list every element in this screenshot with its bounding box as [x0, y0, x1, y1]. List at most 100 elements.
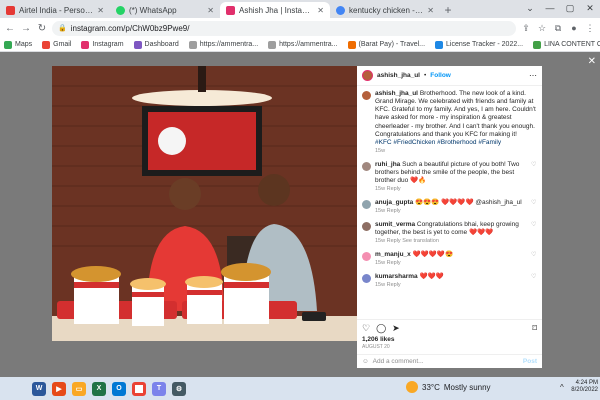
comment-username[interactable]: ruhi_jha: [375, 161, 400, 168]
bookmark-item[interactable]: Instagram: [81, 40, 124, 49]
heart-icon[interactable]: ♡: [531, 221, 537, 245]
profile-icon[interactable]: ●: [568, 23, 580, 33]
post-username[interactable]: ashish_jha_ul: [377, 72, 420, 79]
star-icon[interactable]: ☆: [536, 23, 548, 34]
avatar[interactable]: [362, 222, 371, 231]
more-options-icon[interactable]: ⋯: [529, 71, 537, 80]
caption-username[interactable]: ashish_jha_ul: [375, 90, 418, 97]
bookmark-item[interactable]: LINA CONTENT C...: [533, 40, 600, 49]
comment-icon[interactable]: ◯: [376, 323, 386, 334]
close-tab-icon[interactable]: ✕: [317, 6, 324, 15]
media-icon[interactable]: ▶: [52, 381, 66, 396]
caption-hashtags[interactable]: #KFC #FriedChicken #Brotherhood #Family: [375, 139, 537, 147]
comment-text: ❤️❤️❤️: [419, 273, 444, 281]
bookmark-icon[interactable]: ⌑: [532, 323, 537, 334]
bookmark-item[interactable]: Gmail: [42, 40, 71, 49]
post-header: ashish_jha_ul • Follow ⋯: [357, 66, 542, 86]
outlook-icon[interactable]: O: [112, 381, 126, 396]
bookmark-label: https://ammentra...: [199, 41, 259, 48]
share-icon[interactable]: ⇪: [520, 23, 532, 34]
share-icon[interactable]: ➤: [392, 323, 400, 334]
weather-widget[interactable]: 33°C Mostly sunny: [406, 381, 491, 393]
comments-list[interactable]: ashish_jha_ul Brotherhood. The new look …: [357, 87, 542, 319]
comment-item: m_manju_x ❤️❤️❤️❤️😍 15w Reply ♡: [362, 251, 537, 267]
follow-button[interactable]: Follow: [430, 72, 451, 79]
file-explorer-icon[interactable]: ▭: [72, 381, 86, 396]
add-comment-input[interactable]: Add a comment...: [373, 358, 424, 365]
taskbar-apps: W ▶ ▭ X O T ⚙: [32, 381, 186, 396]
bookmark-item[interactable]: Maps: [4, 40, 32, 49]
chevron-down-icon[interactable]: ⌄: [520, 0, 540, 16]
avatar[interactable]: [362, 70, 373, 81]
avatar[interactable]: [362, 161, 371, 171]
extensions-icon[interactable]: ⧉: [552, 23, 564, 34]
bookmark-item[interactable]: https://ammentra...: [188, 40, 259, 49]
post-comment-button[interactable]: Post: [523, 358, 537, 365]
bookmark-label: Dashboard: [144, 41, 179, 48]
settings-icon[interactable]: ⚙: [172, 381, 186, 396]
bookmark-item[interactable]: (Barat Pay) - Travel...: [347, 40, 425, 49]
close-tab-icon[interactable]: ✕: [207, 6, 214, 15]
comment-username[interactable]: anuja_gupta: [375, 199, 413, 206]
post-actions: ♡ ◯ ➤ ⌑ 1,206 likes AUGUST 20: [357, 319, 542, 353]
bookmark-item[interactable]: Dashboard: [133, 40, 179, 49]
heart-icon[interactable]: ♡: [531, 161, 537, 193]
maximize-icon[interactable]: ▢: [560, 0, 580, 16]
clock[interactable]: 4:24 PM 8/20/2022: [571, 380, 598, 394]
bookmark-favicon-icon: [133, 40, 142, 49]
clock-time: 4:24 PM: [575, 380, 598, 386]
teams-icon[interactable]: T: [152, 381, 166, 396]
heart-icon[interactable]: ♡: [531, 199, 537, 215]
address-bar[interactable]: 🔒 instagram.com/p/ChW0bz9Pwe9/: [52, 20, 516, 36]
bookmark-favicon-icon: [188, 40, 197, 49]
chrome-icon[interactable]: [132, 381, 146, 396]
close-modal-icon[interactable]: ✕: [588, 56, 596, 67]
bookmark-item[interactable]: License Tracker - 2022...: [435, 40, 523, 49]
likes-count[interactable]: 1,206 likes: [362, 336, 537, 343]
comment-meta[interactable]: 15w Reply: [375, 208, 527, 215]
tab-whatsapp[interactable]: (*) WhatsApp ✕: [110, 2, 220, 18]
comment-username[interactable]: kumarsharma: [375, 273, 418, 280]
comment-meta[interactable]: 15w Reply See translation: [375, 238, 527, 245]
minimize-icon[interactable]: —: [540, 0, 560, 16]
word-icon[interactable]: W: [32, 381, 46, 396]
comment-meta[interactable]: 15w Reply: [375, 260, 527, 267]
bookmark-label: LINA CONTENT C...: [544, 41, 600, 48]
menu-icon[interactable]: ⋮: [584, 23, 596, 34]
browser-toolbar: ← → ↻ 🔒 instagram.com/p/ChW0bz9Pwe9/ ⇪ ☆…: [0, 18, 600, 38]
forward-icon[interactable]: →: [20, 23, 32, 34]
emoji-icon[interactable]: ☺: [362, 358, 369, 365]
tab-airtel[interactable]: Airtel India - Personal Bl ✕: [0, 2, 110, 18]
heart-icon[interactable]: ♡: [531, 251, 537, 267]
post-photo[interactable]: [52, 66, 357, 341]
tab-instagram[interactable]: Ashish Jha | Instagram (@ashish_jha_ul) …: [220, 2, 330, 18]
comment-text: ❤️❤️❤️❤️😍: [412, 251, 454, 259]
comment-item: anuja_gupta 😍😍😍 ❤️❤️❤️❤️ @ashish_jha_ul 1…: [362, 199, 537, 215]
close-tab-icon[interactable]: ✕: [427, 6, 434, 15]
avatar[interactable]: [362, 252, 371, 262]
close-tab-icon[interactable]: ✕: [97, 6, 104, 15]
avatar[interactable]: [362, 200, 371, 209]
back-icon[interactable]: ←: [4, 23, 16, 34]
heart-icon[interactable]: ♡: [362, 323, 370, 334]
comment-item: sumit_verma Congratulations bhai, keep g…: [362, 221, 537, 245]
url-text[interactable]: instagram.com/p/ChW0bz9Pwe9/: [71, 24, 190, 33]
comment-meta[interactable]: 15w Reply: [375, 282, 527, 289]
avatar[interactable]: [362, 91, 371, 100]
bookmark-favicon-icon: [347, 40, 356, 49]
close-window-icon[interactable]: ✕: [580, 0, 600, 16]
excel-icon[interactable]: X: [92, 381, 106, 396]
comment-username[interactable]: m_manju_x: [375, 251, 411, 258]
comment-username[interactable]: sumit_verma: [375, 221, 415, 228]
tab-google-search[interactable]: kentucky chicken - Google Search ✕: [330, 2, 440, 18]
post-modal-overlay[interactable]: ✕ ‹: [0, 52, 600, 377]
system-tray-icon[interactable]: ^: [560, 383, 564, 392]
comment-meta[interactable]: 15w Reply: [375, 186, 527, 193]
reload-icon[interactable]: ↻: [36, 23, 48, 34]
lock-icon[interactable]: 🔒: [58, 24, 67, 32]
new-tab-button[interactable]: +: [440, 2, 456, 18]
bookmark-label: Instagram: [92, 41, 124, 48]
avatar[interactable]: [362, 274, 371, 284]
bookmark-item[interactable]: https://ammentra...: [268, 40, 338, 49]
heart-icon[interactable]: ♡: [531, 273, 537, 289]
